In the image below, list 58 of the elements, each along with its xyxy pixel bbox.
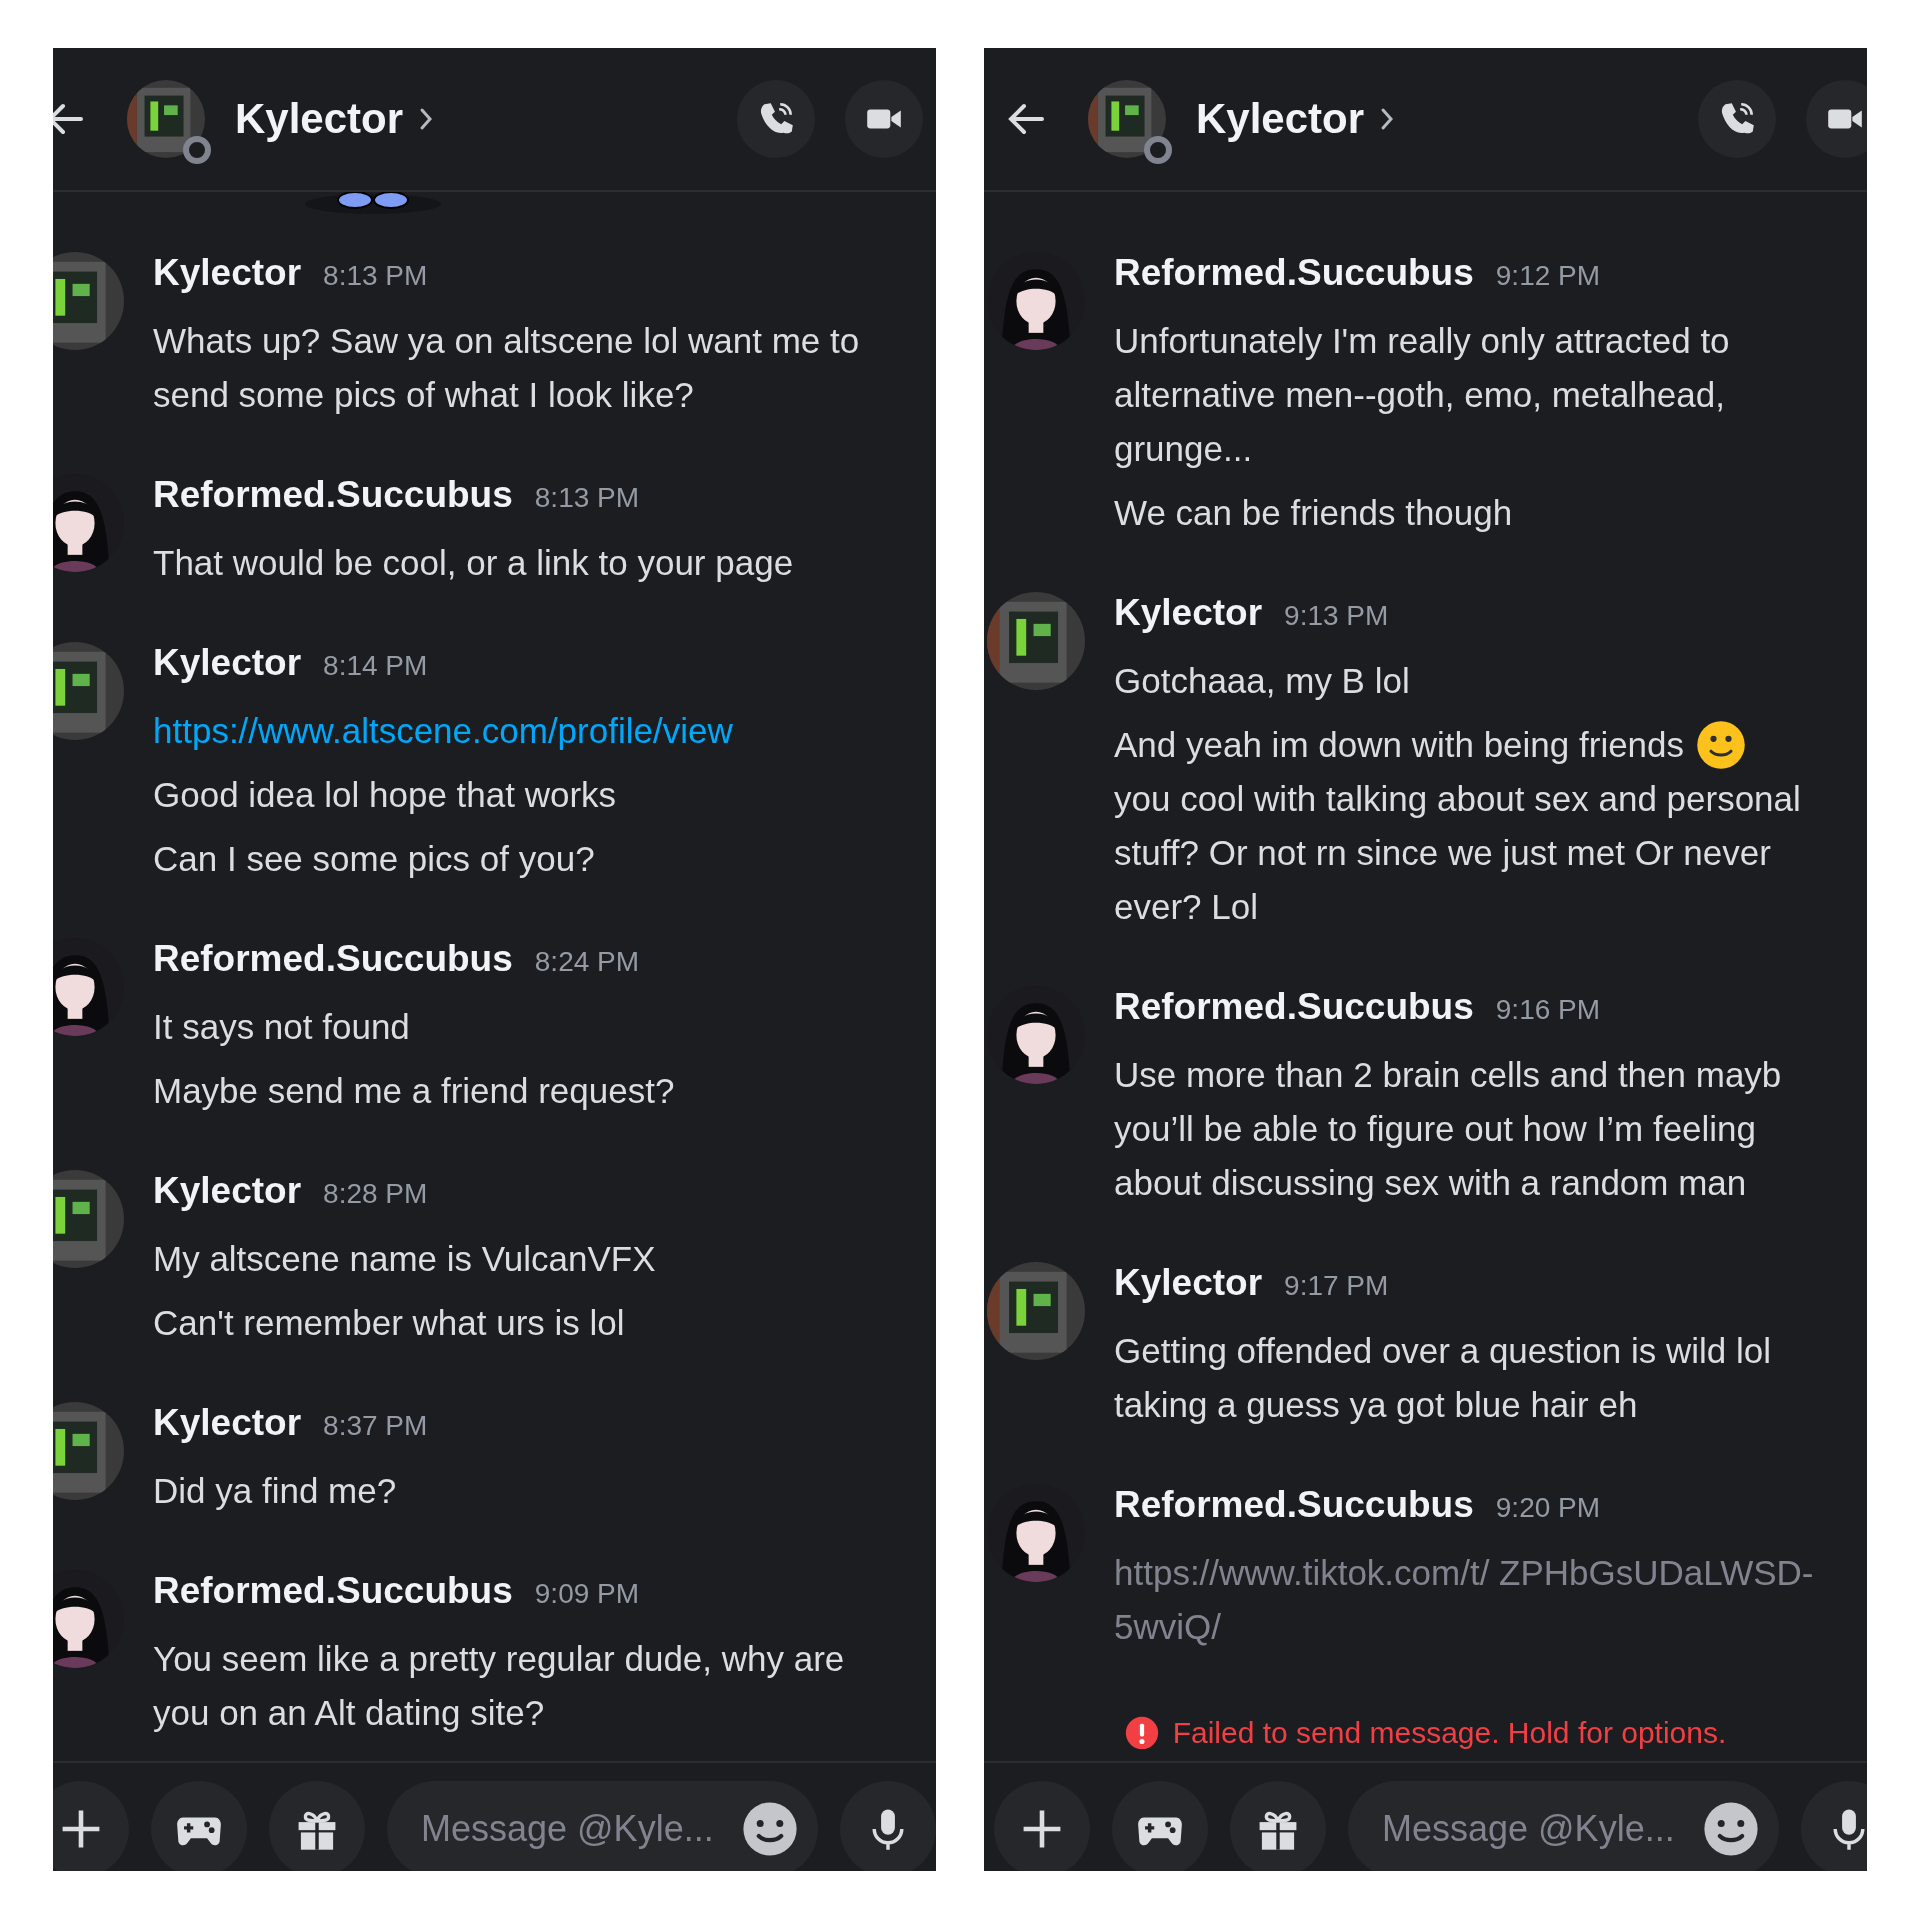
timestamp: 9:16 PM — [1495, 994, 1601, 1026]
message-text: Use more than 2 brain cells and then mayb you’ll be able to figure out how I’m feeling about discussing sex with a random man — [1114, 1054, 1783, 1204]
message-field[interactable]: Message @Kyle... — [387, 1781, 818, 1871]
author-name[interactable]: Reformed.Succubus — [1114, 252, 1474, 294]
timestamp: 8:24 PM — [534, 946, 640, 978]
message-text: Unfortunately I'm really only attracted to alternative men--goth, emo, metalhead, grunge... — [1114, 320, 1731, 470]
author-name[interactable]: Reformed.Succubus — [1114, 986, 1474, 1028]
message-text: Whats up? Saw ya on altscene lol want me to send some pics of what I look like? — [153, 320, 861, 416]
timestamp: 9:09 PM — [534, 1578, 640, 1610]
message-text: It says not found — [153, 1006, 410, 1048]
message-text: You seem like a pretty regular dude, why are you on an Alt dating site? — [153, 1638, 846, 1734]
timestamp: 8:13 PM — [323, 260, 428, 292]
timestamp: 8:37 PM — [323, 1410, 428, 1442]
message-text: Can I see some pics of you? — [153, 838, 595, 880]
video-call-button[interactable] — [1806, 80, 1867, 158]
author-name[interactable]: Kylector — [153, 252, 302, 294]
timestamp: 8:13 PM — [534, 482, 640, 514]
message-field[interactable]: Message @Kyle... — [1348, 1781, 1779, 1871]
author-name[interactable]: Kylector — [1114, 1262, 1263, 1304]
contact-name[interactable]: Kylector — [235, 95, 404, 143]
message-input[interactable]: Message @Kyle... — [419, 1807, 742, 1851]
author-name[interactable]: Reformed.Succubus — [1114, 1484, 1474, 1526]
timestamp: 9:17 PM — [1284, 1270, 1389, 1302]
author-name[interactable]: Reformed.Succubus — [153, 1570, 513, 1612]
error-icon — [1124, 1716, 1159, 1750]
message-text: And yeah im down with being friends — [1114, 724, 1685, 766]
timestamp: 9:20 PM — [1495, 1492, 1601, 1524]
message-text: Did ya find me? — [153, 1470, 397, 1512]
author-name[interactable]: Reformed.Succubus — [153, 938, 513, 980]
message-input[interactable]: Message @Kyle... — [1380, 1807, 1703, 1851]
author-name[interactable]: Kylector — [1114, 592, 1263, 634]
message-text: Can't remember what urs is lol — [153, 1302, 625, 1344]
chevron-right-icon[interactable] — [419, 107, 434, 131]
emoji-icon[interactable] — [1703, 1801, 1759, 1857]
message-text: Gotchaaa, my B lol — [1114, 660, 1410, 702]
status-indicator — [1144, 136, 1172, 164]
timestamp: 9:13 PM — [1284, 600, 1389, 632]
message-text: Maybe send me a friend request? — [153, 1070, 675, 1112]
error-message[interactable]: Failed to send message. Hold for options. — [1172, 1716, 1727, 1750]
status-indicator — [183, 136, 211, 164]
message-text: Good idea lol hope that works — [153, 774, 617, 816]
unsent-message-text: https://www.tiktok.com/t/ ZPHbGsUDaLWSD-5wviQ/ — [1114, 1552, 1815, 1648]
message-text: My altscene name is VulcanVFX — [153, 1238, 656, 1280]
contact-name[interactable]: Kylector — [1196, 95, 1365, 143]
timestamp: 8:14 PM — [323, 650, 428, 682]
message-text: Getting offended over a question is wild lol taking a guess ya got blue hair eh — [1114, 1330, 1772, 1426]
timestamp: 9:12 PM — [1495, 260, 1601, 292]
author-name[interactable]: Kylector — [153, 1402, 302, 1444]
message-text: We can be friends though — [1114, 492, 1513, 534]
chevron-right-icon[interactable] — [1380, 107, 1395, 131]
timestamp: 8:28 PM — [323, 1178, 428, 1210]
message-link[interactable]: https://www.altscene.com/profile/view — [153, 704, 888, 758]
author-name[interactable]: Kylector — [153, 642, 302, 684]
message-text: you cool with talking about sex and personal stuff? Or not rn since we just met Or never ever? Lol — [1114, 778, 1802, 928]
message-text: That would be cool, or a link to your page — [153, 542, 794, 584]
author-name[interactable]: Reformed.Succubus — [153, 474, 513, 516]
emoji-icon[interactable] — [742, 1801, 798, 1857]
author-name[interactable]: Kylector — [153, 1170, 302, 1212]
